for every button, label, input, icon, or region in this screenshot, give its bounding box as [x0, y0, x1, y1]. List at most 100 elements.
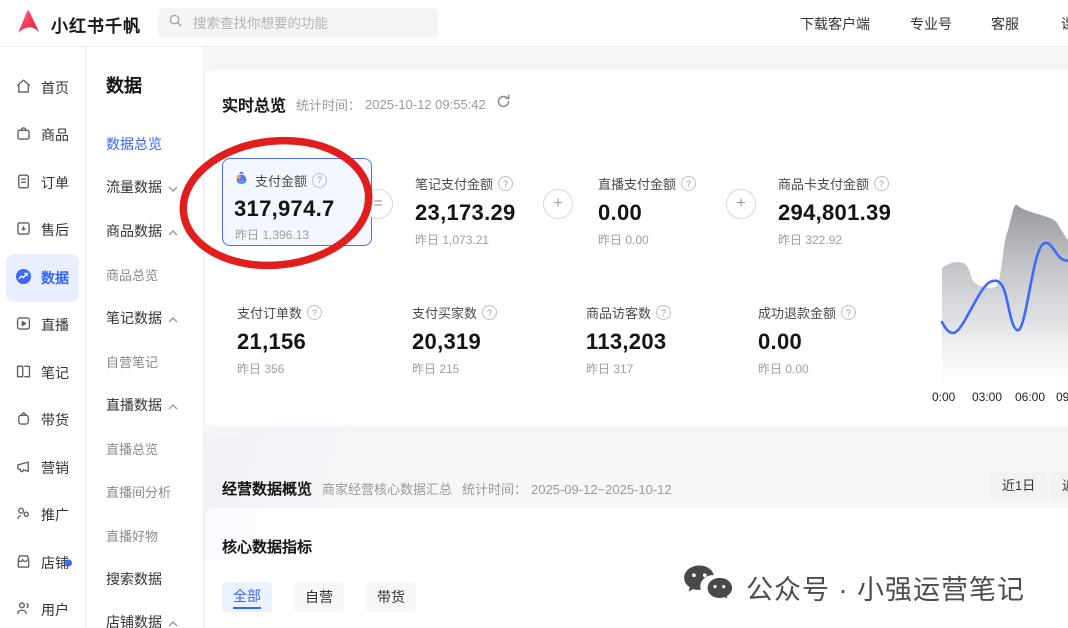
watermark-text: 公众号 · 小强运营笔记 [746, 568, 1025, 607]
help-icon[interactable]: ? [681, 176, 696, 191]
chevron-up-icon [168, 397, 178, 413]
search-box[interactable] [158, 8, 438, 38]
submenu-item-search-data[interactable]: 搜索数据 [106, 557, 203, 601]
toplink-download-client[interactable]: 下载客户端 [800, 14, 870, 34]
sidebar-item-data[interactable]: 数据 [6, 254, 79, 302]
realtime-overview-card: 实时总览 统计时间： 2025-10-12 09:55:42 [205, 70, 1068, 426]
metric-label: 支付金额 [255, 171, 307, 190]
help-icon[interactable]: ? [498, 176, 513, 191]
metric-yesterday: 昨日 1,396.13 [235, 226, 309, 243]
toplink-customer-service[interactable]: 客服 [991, 14, 1019, 34]
chevron-down-icon [168, 179, 178, 195]
shopping-bag-icon [14, 124, 33, 146]
sidebar-item-live[interactable]: 直播 [6, 302, 79, 350]
submenu-title: 数据 [106, 72, 203, 98]
tab-all[interactable]: 全部 [222, 582, 272, 612]
toplink-course[interactable]: 课程 [1061, 14, 1068, 34]
live-payment-metric: 直播支付金额? 0.00 昨日 0.00 [598, 174, 696, 248]
equals-icon: = [363, 189, 393, 219]
metric-value: 317,974.7 [234, 196, 335, 222]
submenu-item-shop-data[interactable]: 店铺数据 [106, 601, 203, 628]
storefront-icon [14, 552, 33, 574]
chevron-up-icon [168, 310, 178, 326]
aftersale-icon [14, 219, 33, 241]
topbar: 小红书千帆 下载客户端 专业号 客服 课程 [0, 0, 1068, 47]
realtime-header: 实时总览 统计时间： 2025-10-12 09:55:42 [222, 92, 511, 116]
order-list-icon [14, 172, 33, 194]
sidebar-item-users[interactable]: 用户 [6, 587, 79, 628]
realtime-title: 实时总览 [222, 92, 286, 116]
sidebar-item-goods[interactable]: 商品 [6, 112, 79, 160]
submenu-item-self-notes[interactable]: 自营笔记 [106, 340, 203, 384]
qianfan-dashboard: 小红书千帆 下载客户端 专业号 客服 课程 首页 商品 订单 [0, 0, 1068, 628]
help-icon[interactable]: ? [312, 173, 327, 188]
goods-visitors-metric: 商品访客数? 113,203 昨日 317 [586, 303, 671, 377]
section-time-label: 统计时间： [462, 479, 527, 498]
submenu-item-note-data[interactable]: 笔记数据 [106, 296, 203, 340]
chevron-up-icon [168, 223, 178, 239]
range-button-7day[interactable]: 近7日 [1050, 472, 1068, 500]
brand-name: 小红书千帆 [51, 12, 141, 37]
x-tick: 0:00 [932, 390, 955, 404]
sidebar-item-home[interactable]: 首页 [6, 64, 79, 112]
search-icon [168, 13, 183, 33]
sidebar-item-promotion[interactable]: 推广 [6, 492, 79, 540]
plus-icon: + [543, 189, 573, 219]
goods-card-payment-metric: 商品卡支付金额? 294,801.39 昨日 322.92 [778, 174, 891, 248]
promotion-people-icon [14, 504, 33, 526]
help-icon[interactable]: ? [307, 305, 322, 320]
chevron-up-icon [168, 614, 178, 628]
wechat-icon [682, 563, 734, 612]
submenu-item-data-overview[interactable]: 数据总览 [106, 122, 203, 166]
data-chart-icon [14, 267, 33, 289]
submenu-item-live-goods[interactable]: 直播好物 [106, 514, 203, 558]
refund-amount-metric: 成功退款金额? 0.00 昨日 0.00 [758, 303, 856, 377]
sidebar-item-aftersale[interactable]: 售后 [6, 207, 79, 255]
sidebar-item-carry-goods[interactable]: 带货 [6, 397, 79, 445]
stat-time-value: 2025-10-12 09:55:42 [365, 97, 486, 112]
submenu-item-traffic-data[interactable]: 流量数据 [106, 166, 203, 210]
section-title: 经营数据概览 [222, 478, 312, 499]
business-overview-header: 经营数据概览 商家经营核心数据汇总 统计时间： 2025-09-12~2025-… [222, 478, 672, 499]
megaphone-icon [14, 457, 33, 479]
tab-carry-goods[interactable]: 带货 [366, 582, 416, 612]
backpack-icon [14, 409, 33, 431]
plus-icon: + [726, 189, 756, 219]
realtime-trend-chart [928, 158, 1068, 393]
help-icon[interactable]: ? [841, 305, 856, 320]
range-button-1day[interactable]: 近1日 [990, 472, 1047, 500]
wechat-watermark: 公众号 · 小强运营笔记 [682, 563, 1025, 612]
help-icon[interactable]: ? [482, 305, 497, 320]
help-icon[interactable]: ? [656, 305, 671, 320]
refresh-icon[interactable] [496, 94, 511, 114]
x-tick: 03:00 [972, 390, 1002, 404]
primary-sidebar: 首页 商品 订单 售后 数据 直播 笔记 带货 [0, 46, 86, 628]
notebook-icon [14, 362, 33, 384]
note-payment-metric: 笔记支付金额? 23,173.29 昨日 1,073.21 [415, 174, 516, 248]
users-icon [14, 599, 33, 621]
data-submenu: 数据 数据总览 流量数据 商品数据 商品总览 笔记数据 自营笔记 直播数据 直播… [86, 46, 204, 628]
payment-amount-card[interactable]: 支付金额 ? 317,974.7 昨日 1,396.13 [222, 158, 372, 246]
live-play-icon [14, 314, 33, 336]
submenu-item-goods-overview[interactable]: 商品总览 [106, 253, 203, 297]
submenu-item-live-room-analysis[interactable]: 直播间分析 [106, 470, 203, 514]
help-icon[interactable]: ? [874, 176, 889, 191]
qianfan-logo-icon [14, 7, 44, 42]
paid-orders-metric: 支付订单数? 21,156 昨日 356 [237, 303, 322, 377]
sidebar-item-orders[interactable]: 订单 [6, 159, 79, 207]
stat-time-label: 统计时间： [296, 95, 361, 114]
sidebar-item-marketing[interactable]: 营销 [6, 444, 79, 492]
sidebar-item-shop[interactable]: 店铺 [6, 539, 79, 587]
submenu-item-live-data[interactable]: 直播数据 [106, 383, 203, 427]
tab-self-operated[interactable]: 自营 [294, 582, 344, 612]
search-input[interactable] [191, 15, 428, 32]
submenu-item-live-overview[interactable]: 直播总览 [106, 427, 203, 471]
sidebar-item-notes[interactable]: 笔记 [6, 349, 79, 397]
section-date-range: 2025-09-12~2025-10-12 [531, 482, 672, 497]
x-tick: 06:00 [1015, 390, 1045, 404]
submenu-item-goods-data[interactable]: 商品数据 [106, 209, 203, 253]
toplink-pro-account[interactable]: 专业号 [910, 14, 952, 34]
brand-logo[interactable]: 小红书千帆 [14, 7, 141, 42]
paid-buyers-metric: 支付买家数? 20,319 昨日 215 [412, 303, 497, 377]
shop-notification-dot [65, 559, 72, 566]
